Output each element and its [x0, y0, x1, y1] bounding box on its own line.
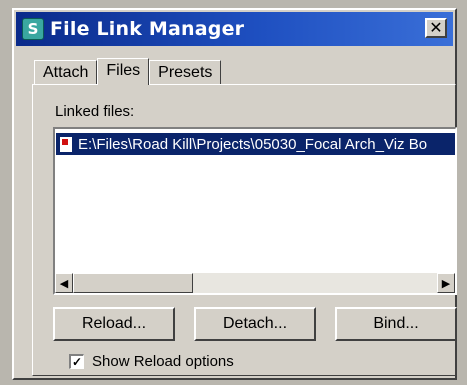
tab-strip: Attach Files Presets	[34, 58, 222, 85]
action-buttons: Reload... Detach... Bind...	[53, 307, 457, 341]
tab-presets[interactable]: Presets	[149, 60, 222, 84]
files-panel: Linked files: E:\Files\Road Kill\Project…	[32, 84, 457, 376]
horizontal-scrollbar[interactable]: ◀ ▶	[55, 273, 455, 293]
title-bar[interactable]: S File Link Manager ✕	[16, 12, 453, 46]
scroll-left-button[interactable]: ◀	[55, 273, 73, 293]
window-title: File Link Manager	[50, 18, 245, 40]
scroll-right-button[interactable]: ▶	[437, 273, 455, 293]
chevron-right-icon: ▶	[441, 277, 451, 290]
tab-files[interactable]: Files	[97, 58, 150, 85]
linked-file-path: E:\Files\Road Kill\Projects\05030_Focal …	[78, 135, 428, 153]
list-item[interactable]: E:\Files\Road Kill\Projects\05030_Focal …	[56, 133, 455, 155]
tab-attach[interactable]: Attach	[34, 60, 98, 84]
detach-button[interactable]: Detach...	[194, 307, 316, 341]
checkmark-icon: ✓	[71, 355, 83, 369]
linked-files-list[interactable]: E:\Files\Road Kill\Projects\05030_Focal …	[53, 127, 457, 295]
bind-button[interactable]: Bind...	[335, 307, 457, 341]
show-reload-label: Show Reload options	[92, 353, 234, 370]
file-link-manager-dialog: S File Link Manager ✕ Attach Files Prese…	[12, 8, 457, 380]
scrollbar-track[interactable]	[193, 273, 437, 293]
reload-button[interactable]: Reload...	[53, 307, 175, 341]
show-reload-options-row[interactable]: ✓ Show Reload options	[69, 353, 234, 370]
linked-files-label: Linked files:	[55, 103, 135, 120]
scrollbar-thumb[interactable]	[73, 273, 193, 293]
app-logo-icon: S	[22, 18, 44, 40]
file-icon	[60, 136, 72, 152]
chevron-left-icon: ◀	[59, 277, 69, 290]
close-button[interactable]: ✕	[425, 18, 447, 38]
close-icon: ✕	[429, 18, 443, 37]
show-reload-checkbox[interactable]: ✓	[69, 354, 84, 369]
